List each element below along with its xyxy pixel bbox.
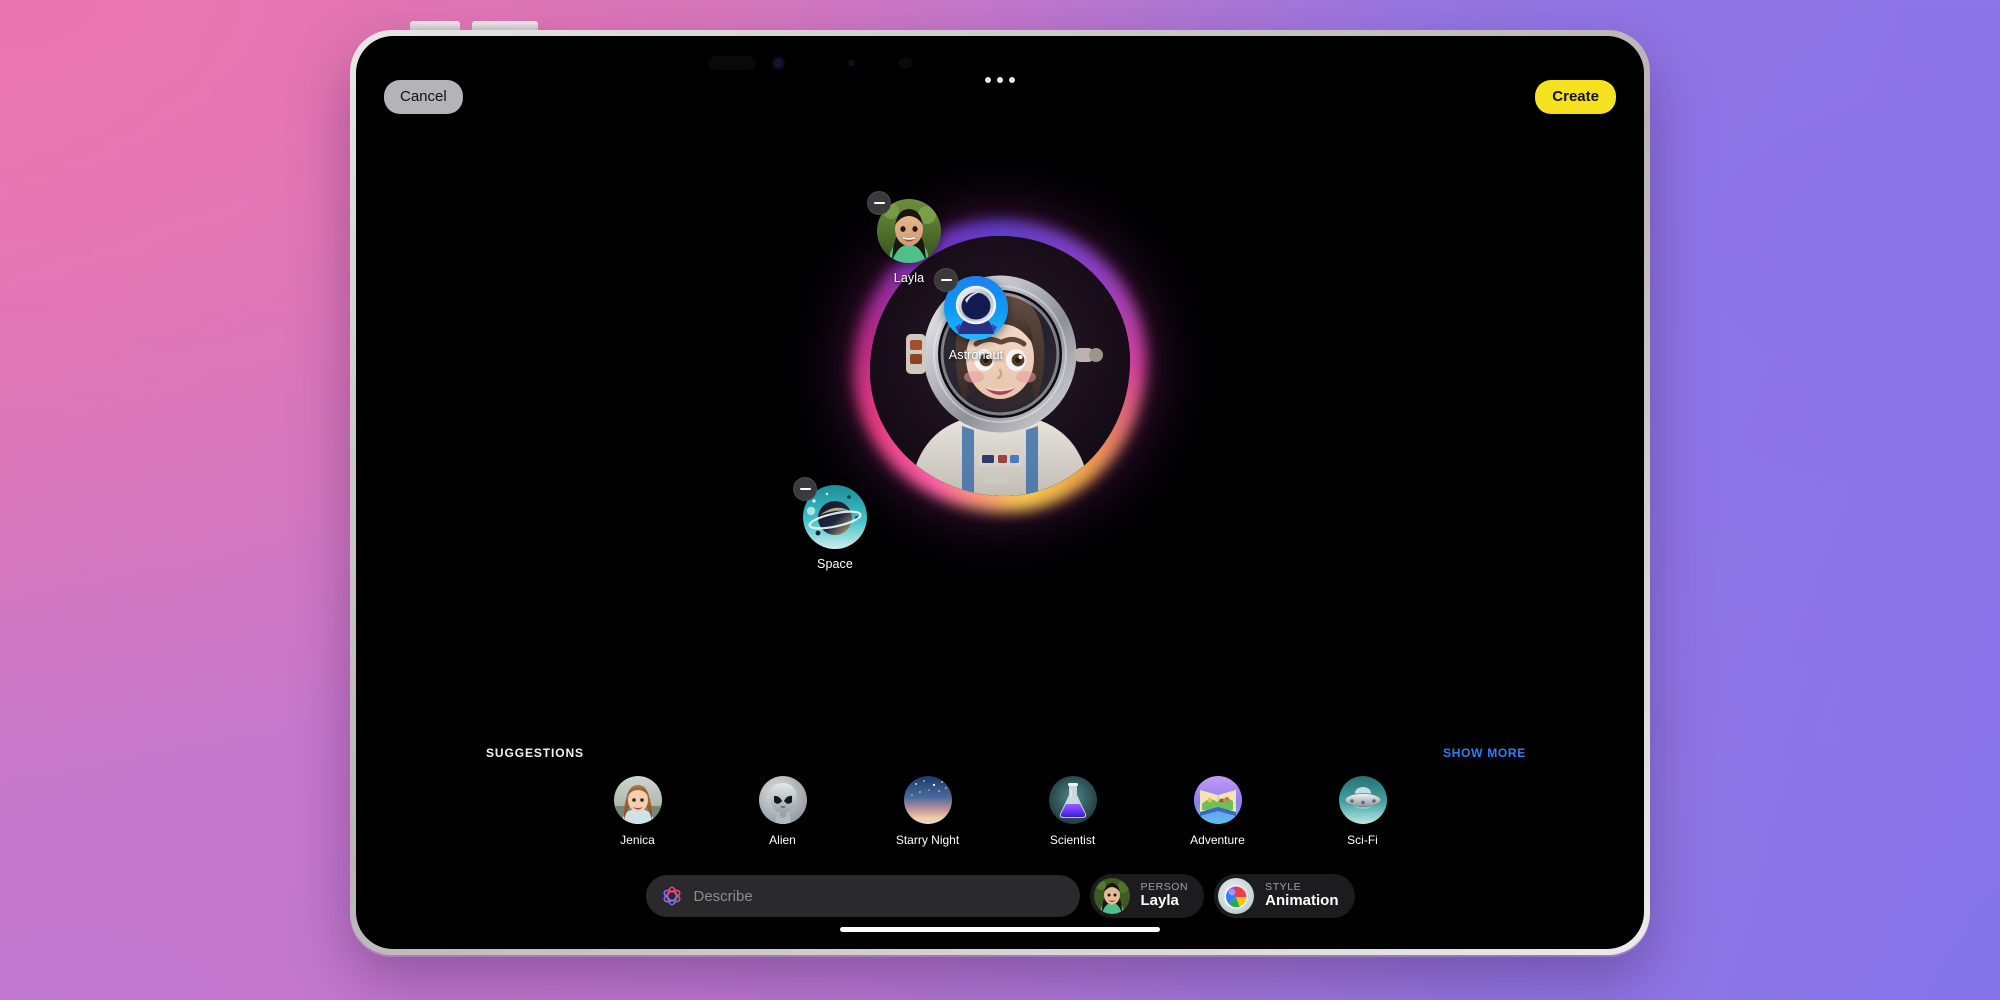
suggestion-starry-night[interactable]: Starry Night	[855, 776, 1000, 847]
style-chip-value: Animation	[1265, 893, 1338, 910]
style-chip-text: STYLE Animation	[1265, 882, 1338, 911]
animation-style-icon	[1218, 878, 1254, 914]
alien-head-icon	[759, 776, 807, 824]
element-chip-space[interactable]: Space	[775, 485, 895, 571]
remove-element-space-icon[interactable]	[793, 477, 817, 501]
describe-input[interactable]: Describe	[646, 875, 1080, 917]
element-label: Space	[775, 557, 895, 571]
element-chip-astronaut[interactable]: Astronaut	[916, 276, 1036, 362]
person-chip-value: Layla	[1141, 893, 1189, 910]
home-indicator[interactable]	[840, 927, 1160, 932]
suggestion-label: Alien	[710, 833, 855, 847]
suggestion-label: Adventure	[1145, 833, 1290, 847]
suggestion-sci-fi[interactable]: Sci-Fi	[1290, 776, 1435, 847]
suggestion-label: Scientist	[1000, 833, 1145, 847]
apple-intelligence-icon	[660, 884, 684, 908]
volume-up-button[interactable]	[410, 21, 460, 30]
cancel-button[interactable]: Cancel	[384, 80, 463, 114]
ellipsis-icon[interactable]	[979, 71, 1021, 89]
suggestion-jenica[interactable]: Jenica	[565, 776, 710, 847]
starry-sky-icon	[904, 776, 952, 824]
suggestion-label: Starry Night	[855, 833, 1000, 847]
treasure-map-icon	[1194, 776, 1242, 824]
person-photo-icon	[1094, 878, 1130, 914]
ipad-screen: Cancel Create	[356, 36, 1644, 949]
ipad-device: Cancel Create	[350, 30, 1650, 955]
person-photo-icon	[614, 776, 662, 824]
person-chip[interactable]: PERSON Layla	[1090, 874, 1205, 918]
person-chip-text: PERSON Layla	[1141, 882, 1189, 911]
suggestion-scientist[interactable]: Scientist	[1000, 776, 1145, 847]
volume-down-button[interactable]	[472, 21, 538, 30]
remove-element-layla-icon[interactable]	[867, 191, 891, 215]
ufo-icon	[1339, 776, 1387, 824]
create-button[interactable]: Create	[1535, 80, 1616, 114]
show-more-button[interactable]: SHOW MORE	[1443, 746, 1526, 760]
style-chip[interactable]: STYLE Animation	[1214, 874, 1354, 918]
suggestions-row: Jenica	[356, 776, 1644, 847]
suggestions-heading: SUGGESTIONS	[486, 746, 584, 760]
suggestion-label: Jenica	[565, 833, 710, 847]
element-label: Astronaut	[916, 348, 1036, 362]
suggestion-alien[interactable]: Alien	[710, 776, 855, 847]
composer-bar: Describe	[356, 874, 1644, 918]
suggestion-label: Sci-Fi	[1290, 833, 1435, 847]
flask-icon	[1049, 776, 1097, 824]
suggestion-adventure[interactable]: Adventure	[1145, 776, 1290, 847]
describe-placeholder: Describe	[694, 888, 753, 905]
image-playground-canvas: Cancel Create	[356, 36, 1644, 949]
remove-element-astronaut-icon[interactable]	[934, 268, 958, 292]
